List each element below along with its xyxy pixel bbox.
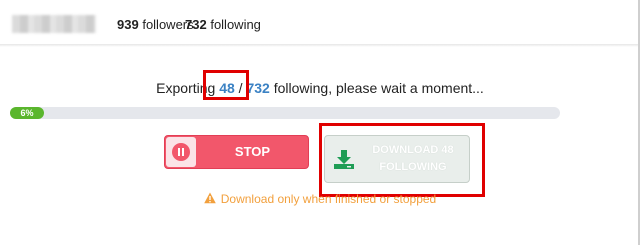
export-suffix: following, please wait a moment... (269, 80, 484, 96)
following-count: 732 (185, 17, 207, 32)
stop-button[interactable]: STOP (164, 135, 309, 169)
export-current-count: 48 (219, 80, 235, 96)
download-button-label: DOWNLOAD 48 FOLLOWING (372, 144, 454, 173)
download-button[interactable]: DOWNLOAD 48 FOLLOWING (324, 135, 470, 183)
download-warning: Download only when finished or stopped (0, 192, 640, 206)
download-tray-icon (334, 150, 354, 169)
stop-icon-container (166, 137, 196, 167)
profile-header: 939 followers 732 following (0, 0, 640, 44)
following-stat: 732 following (185, 17, 261, 32)
stop-button-label: STOP (234, 144, 271, 159)
header-divider (0, 44, 640, 47)
pause-circle-icon (172, 143, 190, 161)
following-label: following (210, 17, 261, 32)
export-progress-bar: 6% (10, 107, 560, 119)
export-status-message: Exporting 48 / 732 following, please wai… (0, 80, 640, 96)
export-total-count: 732 (246, 80, 270, 96)
export-prefix: Exporting (156, 80, 220, 96)
progress-fill: 6% (10, 107, 44, 119)
followers-count: 939 (117, 17, 139, 32)
progress-percent-label: 6% (20, 108, 34, 118)
warning-text: Download only when finished or stopped (220, 192, 437, 206)
warning-triangle-icon (203, 192, 216, 204)
export-separator: / (234, 80, 247, 96)
followers-stat: 939 followers (117, 17, 194, 32)
blurred-username (12, 15, 96, 33)
